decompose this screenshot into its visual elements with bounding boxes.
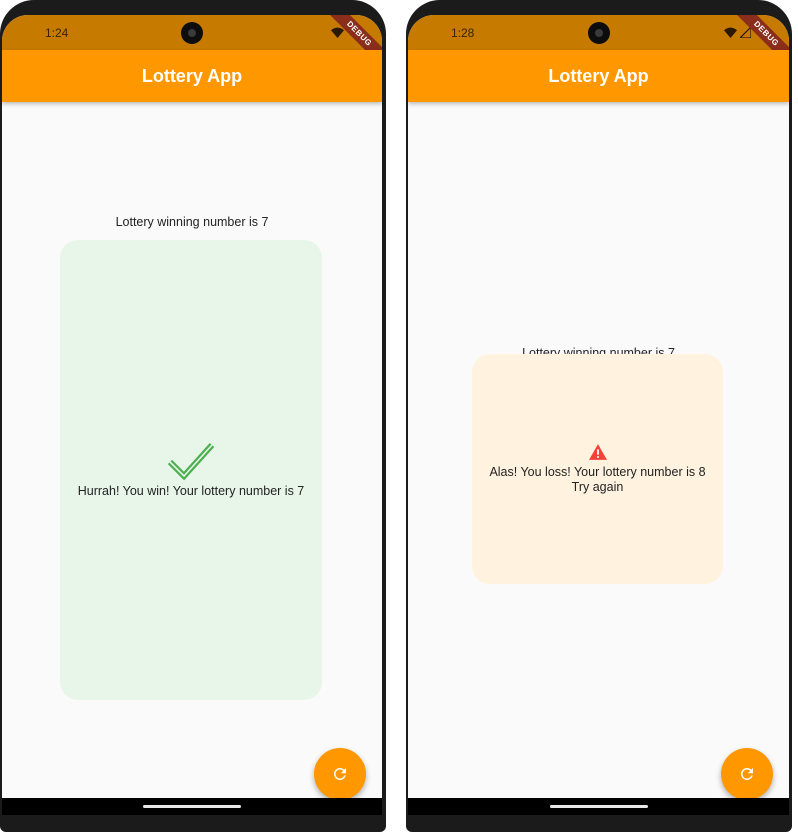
status-time: 1:28 xyxy=(451,26,475,40)
system-nav-bar xyxy=(2,798,382,815)
phone-frame-win: 1:24 DEBUG Lottery App Lottery winning n… xyxy=(0,0,386,832)
status-icons xyxy=(724,25,751,39)
front-camera xyxy=(587,22,610,44)
winning-number-text: Lottery winning number is 7 xyxy=(115,215,269,229)
app-title: Lottery App xyxy=(548,65,649,86)
result-message: Alas! You loss! Your lottery number is 8 xyxy=(489,464,706,479)
status-time: 1:24 xyxy=(45,26,69,40)
phone-screen-lose: 1:28 DEBUG Lottery App Lottery winning n… xyxy=(408,15,789,815)
refresh-icon xyxy=(333,768,346,780)
front-camera xyxy=(181,22,203,44)
screenshot-canvas: 1:24 DEBUG Lottery App Lottery winning n… xyxy=(0,0,798,832)
check-icon xyxy=(167,442,215,481)
status-bar: 1:24 DEBUG xyxy=(2,15,382,71)
home-indicator[interactable] xyxy=(143,805,241,808)
body-area: Lottery winning number is 7 Hurrah! You … xyxy=(2,102,382,815)
home-indicator[interactable] xyxy=(549,805,648,808)
result-card-lose: Alas! You loss! Your lottery number is 8… xyxy=(472,354,723,584)
refresh-icon xyxy=(740,768,753,780)
result-message: Hurrah! You win! Your lottery number is … xyxy=(77,484,305,498)
app-bar: Lottery App xyxy=(2,50,382,102)
refresh-button[interactable] xyxy=(721,748,773,800)
warning-icon xyxy=(588,443,607,460)
result-card-win: Hurrah! You win! Your lottery number is … xyxy=(60,240,322,700)
refresh-button[interactable] xyxy=(314,748,366,800)
wifi-icon xyxy=(331,27,344,38)
wifi-icon xyxy=(724,27,737,38)
phone-frame-lose: 1:28 DEBUG Lottery App Lottery winning n… xyxy=(406,0,792,832)
system-nav-bar xyxy=(408,798,789,815)
phone-screen-win: 1:24 DEBUG Lottery App Lottery winning n… xyxy=(2,15,382,815)
body-area: Lottery winning number is 7 Alas! You lo… xyxy=(408,102,789,815)
try-again-text: Try again xyxy=(571,479,624,494)
app-title: Lottery App xyxy=(141,65,243,86)
app-bar: Lottery App xyxy=(408,50,789,102)
status-bar: 1:28 DEBUG xyxy=(408,15,789,71)
